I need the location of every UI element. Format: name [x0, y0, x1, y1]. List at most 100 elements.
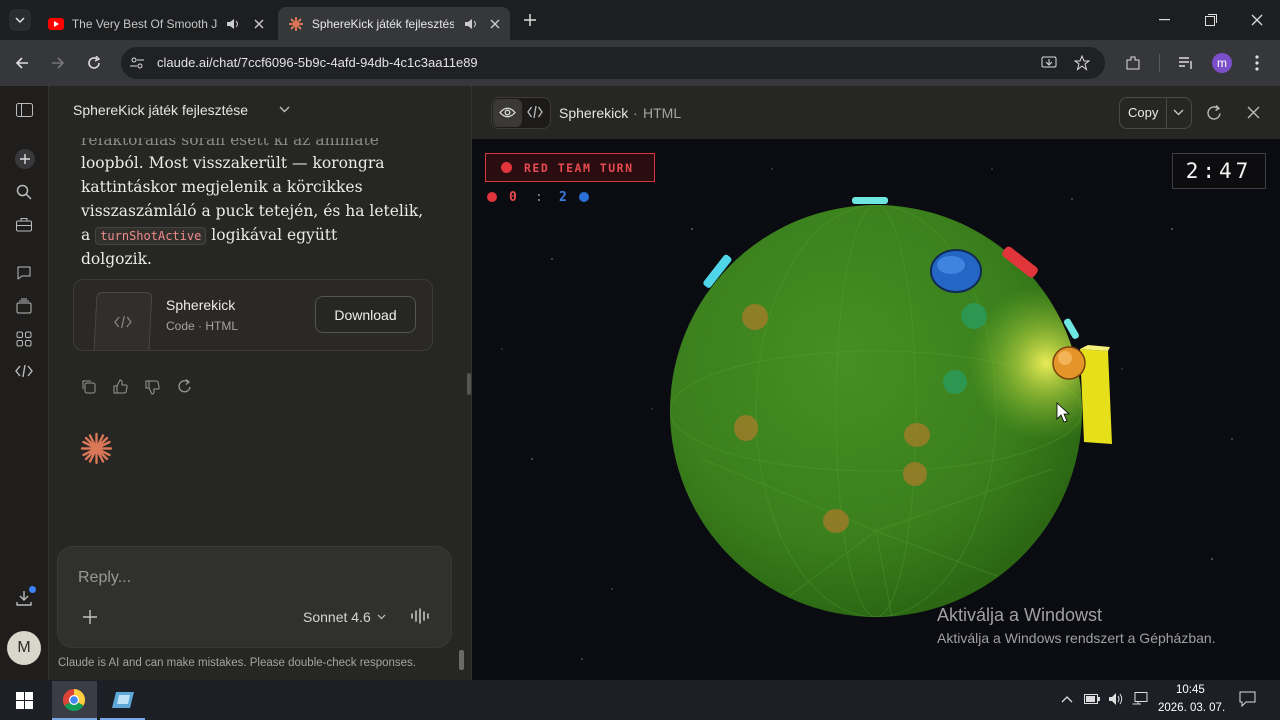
chevron-down-icon[interactable] [1173, 109, 1184, 116]
bookmark-star-icon[interactable] [1074, 55, 1090, 71]
divider [1166, 98, 1167, 128]
disclaimer: Claude is AI and can make mistakes. Plea… [58, 657, 416, 669]
new-chat-button[interactable] [15, 149, 35, 169]
network-icon[interactable] [1132, 692, 1148, 706]
artifact-name: Spherekick [166, 297, 236, 313]
site-settings-icon[interactable] [129, 55, 145, 71]
url-text[interactable]: claude.ai/chat/7ccf6096-5b9c-4afd-94db-4… [157, 55, 478, 70]
toolbox-icon[interactable] [16, 217, 32, 232]
blue-score: 2 [559, 190, 567, 205]
title-separator: · [633, 105, 638, 121]
toolbar-divider [1159, 54, 1160, 72]
extensions-icon[interactable] [1125, 55, 1141, 71]
score-separator: : [535, 190, 543, 205]
clock-date[interactable]: 2026. 03. 07. [1158, 702, 1225, 714]
puck-highlight [1058, 351, 1072, 365]
tab-strip: The Very Best Of Smooth Ja SphereKick já… [0, 0, 1280, 40]
red-score: 0 [509, 190, 517, 205]
code-icon[interactable] [15, 365, 33, 377]
tab-spherekick[interactable]: SphereKick játék fejlesztése [278, 7, 510, 40]
youtube-icon [48, 17, 64, 30]
activation-watermark-text: Aktiválja a Windows rendszert a Gépházba… [937, 630, 1216, 646]
search-icon[interactable] [16, 184, 32, 200]
taskbar-chrome[interactable] [52, 681, 97, 720]
game-canvas[interactable] [472, 139, 1280, 680]
turn-label: RED TEAM TURN [524, 160, 634, 175]
red-score-dot [487, 192, 497, 202]
preview-tab[interactable] [493, 99, 522, 127]
match-timer: 2:47 [1172, 153, 1266, 189]
message-line: dolgozik. [81, 250, 152, 268]
app-icon [112, 692, 134, 708]
code-icon [114, 315, 132, 328]
speaker-icon[interactable] [464, 18, 478, 30]
claude-logo-icon [80, 432, 113, 465]
chevron-down-icon[interactable] [279, 106, 290, 113]
inline-code: turnShotActive [95, 227, 207, 245]
close-icon[interactable] [1247, 106, 1260, 119]
game-scene[interactable] [472, 139, 1280, 680]
message-line: visszaszámláló a puck tetején, és ha let… [81, 202, 424, 220]
plus-icon[interactable] [83, 610, 97, 624]
forward-icon[interactable] [51, 56, 65, 70]
activation-watermark-title: Aktiválja a Windowst [937, 605, 1103, 625]
restore-icon[interactable] [1205, 14, 1217, 26]
taskbar-app[interactable] [100, 681, 145, 720]
message-line: loopból. Most visszakerült — korongra [81, 154, 385, 172]
copy-icon[interactable] [81, 379, 96, 394]
tab-youtube[interactable]: The Very Best Of Smooth Ja [38, 7, 274, 40]
artifact-title: Spherekick [559, 105, 629, 121]
profile-avatar[interactable]: m [1212, 53, 1232, 73]
install-app-icon[interactable] [1041, 55, 1057, 71]
more-menu-icon[interactable] [1255, 55, 1259, 71]
thumbs-up-icon[interactable] [113, 379, 128, 394]
speaker-icon[interactable] [226, 18, 240, 30]
text: logikával együtt [211, 226, 338, 244]
volume-icon[interactable] [1108, 692, 1124, 706]
notification-dot [29, 586, 36, 593]
close-window-icon[interactable] [1251, 14, 1263, 26]
message-line: kattintáskor megjelenik a körcikkes [81, 178, 363, 196]
chevron-down-icon[interactable] [377, 614, 386, 620]
chrome-icon [63, 689, 85, 711]
tab-search-button[interactable] [9, 9, 31, 31]
scrollbar-thumb[interactable] [459, 650, 464, 670]
text: a [81, 226, 91, 244]
minimize-icon[interactable] [1159, 19, 1170, 21]
voice-mode-icon[interactable] [410, 608, 431, 624]
close-tab-icon[interactable] [254, 19, 264, 29]
artifacts-icon[interactable] [16, 331, 32, 347]
reload-icon[interactable] [87, 56, 101, 70]
notifications-icon[interactable] [1239, 691, 1256, 707]
windows-start-icon[interactable] [16, 692, 33, 709]
thumbs-down-icon[interactable] [145, 380, 160, 395]
red-team-dot [501, 162, 512, 173]
back-icon[interactable] [15, 56, 29, 70]
reply-input[interactable]: Reply... [78, 569, 131, 587]
message-line-code: a turnShotActive logikával együtt [81, 223, 337, 248]
retry-icon[interactable] [177, 379, 192, 394]
clock-time[interactable]: 10:45 [1176, 684, 1205, 696]
eye-icon [499, 107, 516, 118]
projects-icon[interactable] [16, 298, 32, 314]
user-avatar[interactable]: M [7, 631, 41, 665]
chats-icon[interactable] [16, 265, 32, 281]
copy-button[interactable]: Copy [1128, 105, 1158, 120]
chat-title[interactable]: SphereKick játék fejlesztése [73, 102, 248, 118]
battery-icon[interactable] [1084, 693, 1100, 705]
refresh-icon[interactable] [1206, 105, 1222, 121]
reply-box[interactable] [57, 546, 452, 648]
turn-banner: RED TEAM TURN [485, 153, 655, 182]
tab-title: The Very Best Of Smooth Ja [71, 16, 219, 31]
model-selector[interactable]: Sonnet 4.6 [303, 609, 371, 625]
new-tab-icon[interactable] [523, 13, 537, 27]
download-button[interactable]: Download [315, 296, 416, 333]
artifact-meta: Code · HTML [166, 319, 239, 333]
chevron-up-icon[interactable] [1061, 695, 1073, 703]
code-view-icon[interactable] [527, 106, 543, 118]
media-control-icon[interactable] [1178, 55, 1194, 71]
plus-icon [20, 154, 30, 164]
close-tab-icon[interactable] [490, 19, 500, 29]
sidebar-toggle-icon[interactable] [16, 103, 33, 117]
claude-icon [289, 16, 303, 31]
